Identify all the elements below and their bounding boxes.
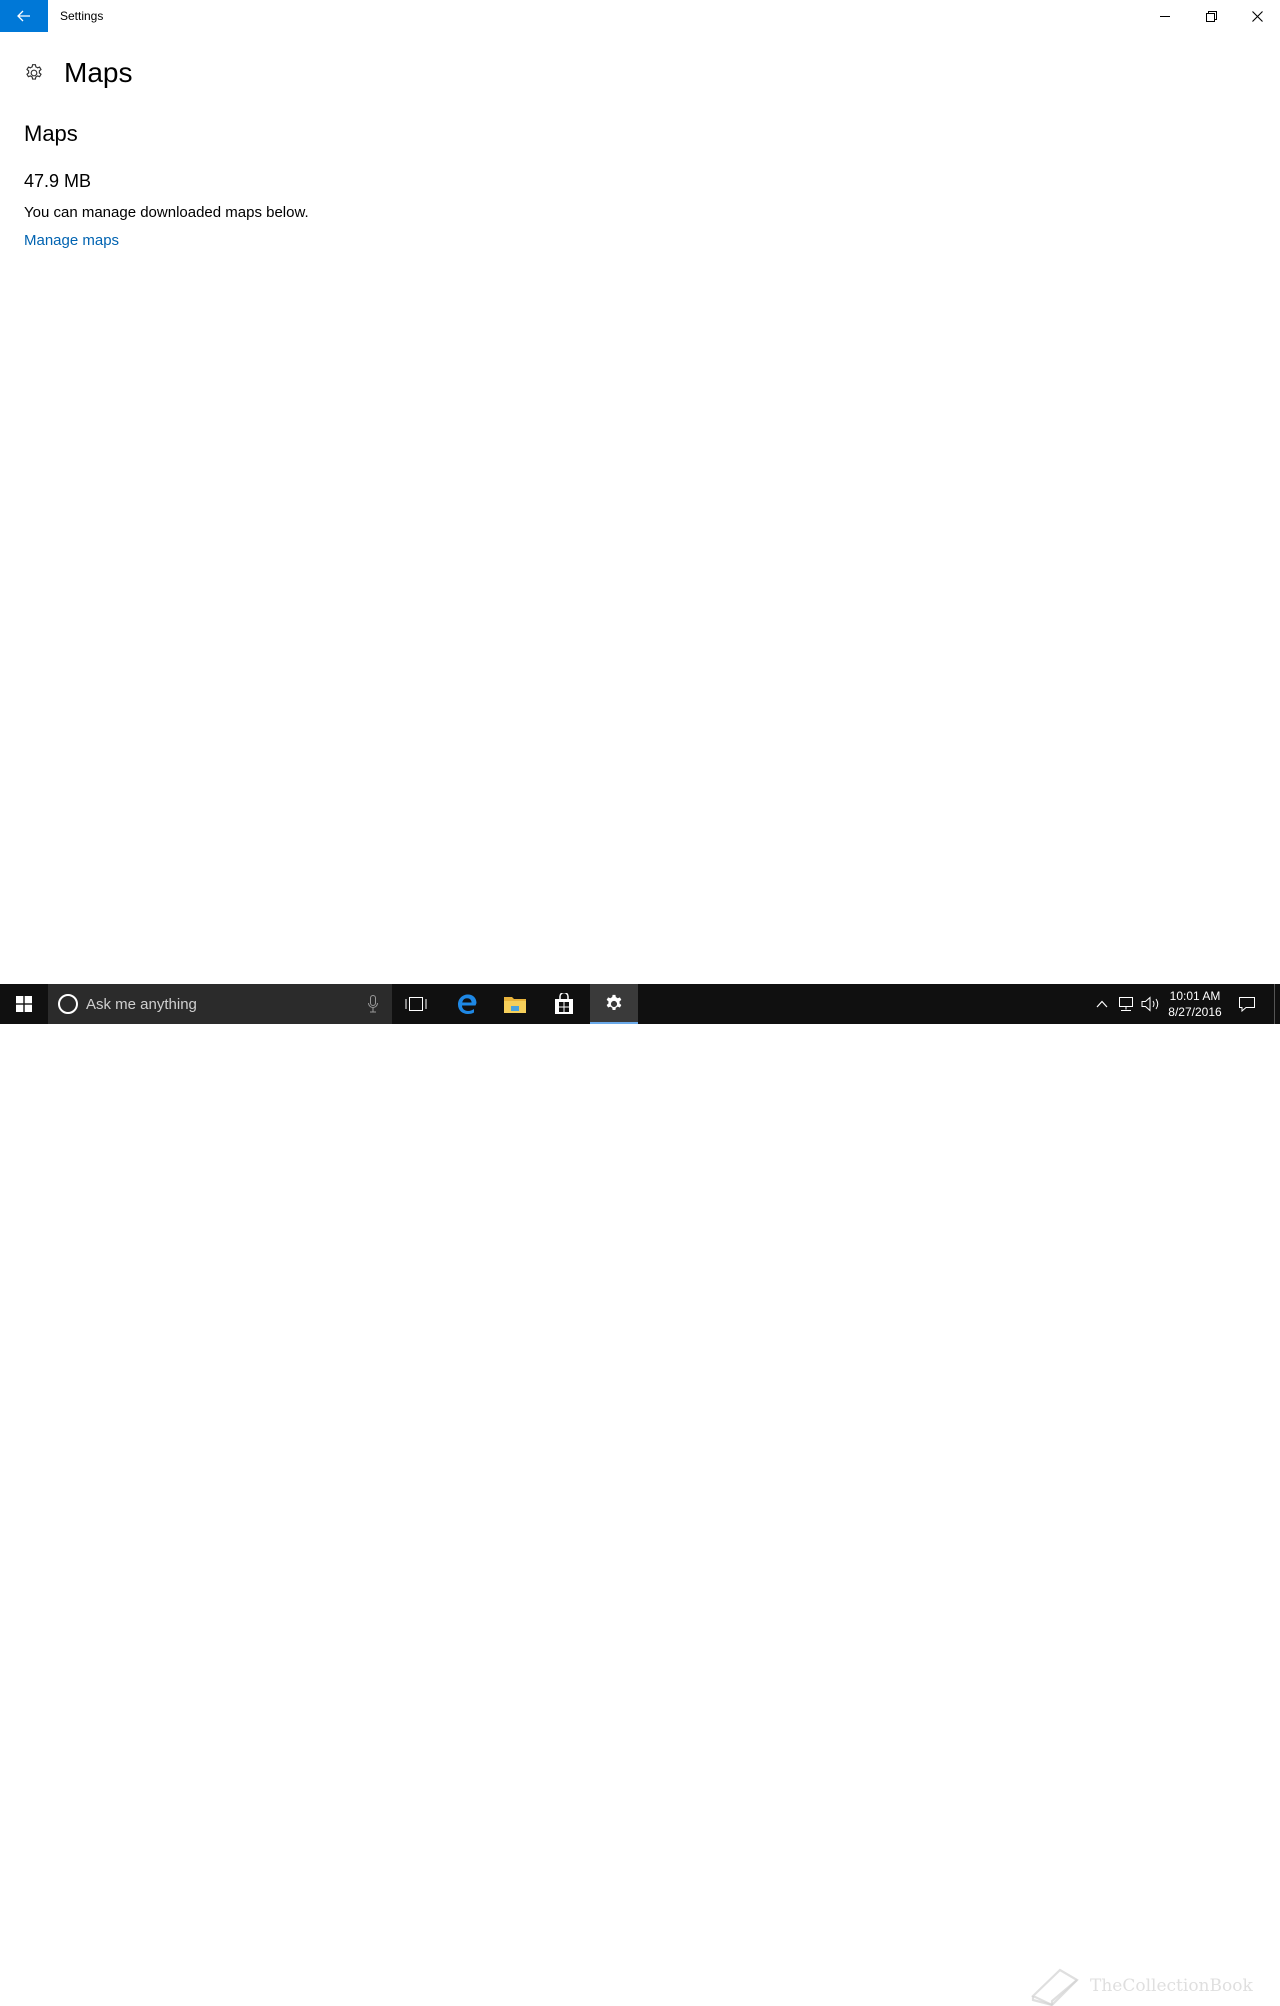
chevron-up-icon	[1096, 1000, 1108, 1008]
file-explorer-button[interactable]	[491, 984, 539, 1024]
storage-size: 47.9 MB	[24, 171, 92, 191]
search-box[interactable]: Ask me anything	[48, 984, 392, 1024]
clock[interactable]: 10:01 AM 8/27/2016	[1164, 988, 1226, 1020]
network-icon	[1119, 997, 1133, 1011]
restore-button[interactable]	[1188, 0, 1234, 32]
show-desktop-button[interactable]	[1274, 984, 1275, 1024]
settings-taskbar-button[interactable]	[590, 984, 638, 1024]
minimize-icon	[1159, 15, 1170, 17]
restore-icon	[1205, 10, 1217, 22]
watermark-text: TheCollectionBook	[1090, 1976, 1253, 1996]
book-icon	[1031, 1968, 1079, 2006]
close-icon	[1251, 10, 1263, 22]
page-header: Maps	[24, 57, 132, 89]
minimize-button[interactable]	[1142, 0, 1188, 32]
page-title: Maps	[64, 57, 133, 88]
volume-button[interactable]	[1138, 984, 1164, 1024]
file-explorer-icon	[504, 997, 526, 1013]
settings-icon	[606, 994, 622, 1010]
description-text: You can manage downloaded maps below.	[24, 204, 309, 221]
close-button[interactable]	[1234, 0, 1280, 32]
watermark: TheCollectionBook	[1030, 1966, 1253, 2006]
speaker-icon	[1141, 996, 1159, 1012]
edge-icon	[458, 994, 477, 1014]
cortana-icon	[58, 994, 78, 1014]
network-button[interactable]	[1114, 984, 1138, 1024]
section-title: Maps	[24, 121, 78, 146]
title-bar: Settings	[0, 0, 1280, 32]
task-view-button[interactable]	[392, 984, 440, 1024]
back-button[interactable]	[0, 0, 48, 32]
store-icon	[555, 993, 573, 1014]
edge-button[interactable]	[443, 984, 491, 1024]
notification-icon	[1239, 997, 1255, 1012]
start-button[interactable]	[0, 984, 48, 1024]
store-button[interactable]	[540, 984, 588, 1024]
back-arrow-icon	[17, 10, 30, 22]
show-hidden-icons-button[interactable]	[1090, 984, 1114, 1024]
task-view-icon	[405, 997, 427, 1011]
search-placeholder: Ask me anything	[86, 995, 197, 1013]
windows-logo-icon	[16, 996, 32, 1012]
taskbar: Ask me anything TheCollectionBook 10:01 …	[0, 984, 1280, 2006]
microphone-icon[interactable]	[368, 995, 378, 1013]
clock-time: 10:01 AM	[1169, 989, 1221, 1003]
window-title: Settings	[60, 9, 104, 23]
manage-maps-link[interactable]: Manage maps	[24, 232, 119, 249]
action-center-button[interactable]	[1232, 984, 1262, 1024]
gear-icon	[26, 64, 42, 80]
clock-date: 8/27/2016	[1168, 1005, 1222, 1019]
